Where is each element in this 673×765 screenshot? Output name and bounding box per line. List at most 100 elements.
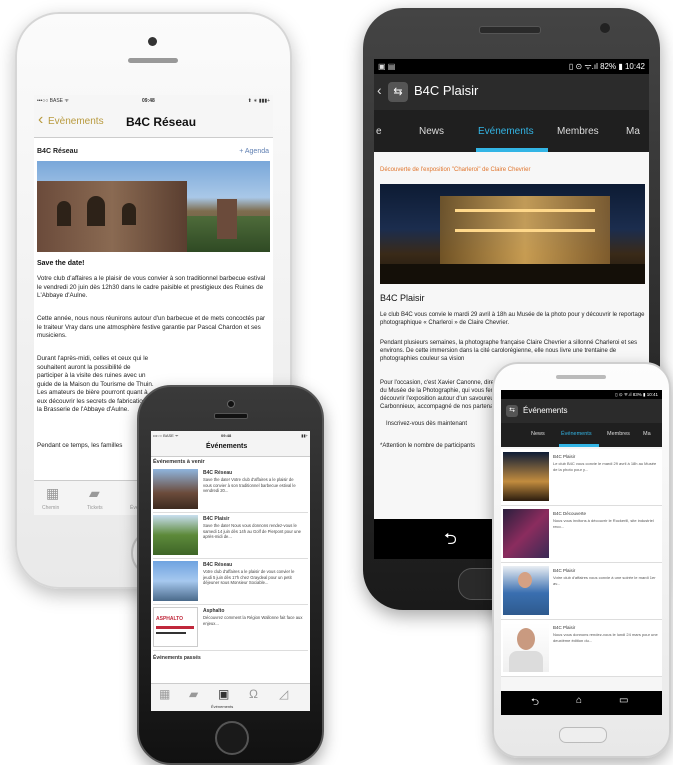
item-desc: Découvrez comment la Région Wallonne fai… (203, 615, 303, 626)
paragraph-5: *Attention le nombre de participants (380, 443, 476, 449)
paragraph-1: Le club B4C vous convie le mardi 29 avri… (380, 312, 645, 326)
tab-more[interactable]: Ma (643, 431, 651, 437)
android-small-home-button[interactable] (559, 727, 607, 743)
section-upcoming: Événements à venir (153, 459, 205, 465)
thumbnail-rockerill (503, 509, 549, 558)
app-logo-icon: ⇆ (506, 405, 518, 417)
tab-bar: News Événements Membres Ma (501, 423, 662, 447)
nav-title: B4C Réseau (126, 115, 197, 129)
status-bar: ▯ ⊙ ᯤ.ıl 83% ▮ 10:41 (501, 390, 662, 399)
article-paragraph-1: Votre club d'affaires a le plaisir de vo… (37, 275, 266, 299)
tab-active-indicator (559, 444, 599, 447)
event-link[interactable]: Découverte de l'exposition "Charleroi" d… (380, 166, 645, 175)
action-bar-title: B4C Plaisir (414, 83, 479, 98)
org-title: B4C Plaisir (380, 293, 425, 303)
list-item[interactable]: B4C Plaisir Nous vous donnons rendez-vou… (501, 620, 662, 677)
tab-evenements[interactable]: Evénements (478, 126, 534, 137)
thumbnail-asphalto: ASPHALTO (153, 607, 198, 647)
museum-photo (380, 184, 645, 284)
iphone-screen-small: •••○○ BASE ᯤ 09:48 ▮▮+ Événements Événem… (151, 431, 310, 711)
abbey-ruins-photo (37, 161, 270, 252)
thumbnail-ruins (153, 469, 198, 509)
item-title: Asphalto (203, 608, 225, 614)
tab-membres[interactable]: Membres (557, 126, 599, 137)
status-time: 09:48 (142, 98, 155, 104)
tab-bar: ▦ ▰ ▣ Événements Ω ◿ (151, 683, 310, 711)
chart-icon[interactable]: ◿ (279, 687, 288, 701)
thumbnail-person (503, 623, 549, 672)
action-bar-title: Événements (523, 406, 568, 415)
list-item[interactable]: ASPHALTO Asphalto Découvrez comment la R… (153, 605, 308, 651)
tab-label-2[interactable]: Tickets (87, 505, 103, 512)
back-label[interactable]: Evènements (48, 116, 104, 127)
android-screen-small: ▯ ⊙ ᯤ.ıl 83% ▮ 10:41 ⇆ Événements News É… (501, 390, 662, 715)
tab-label-events[interactable]: Événements (211, 704, 233, 709)
status-bar: •••○○ BASE ᯤ 09:48 ⬆ ∗ ▮▮▮+ (34, 95, 273, 107)
status-carrier: •••○○ BASE ᯤ (37, 98, 69, 104)
item-desc: Votre club d'affaires a le plaisir de vo… (203, 569, 295, 585)
status-time: 09:48 (221, 433, 232, 438)
back-chevron-icon[interactable]: ‹ (377, 82, 382, 98)
item-title: B4C Réseau (203, 470, 233, 476)
item-title: B4C Plaisir (203, 516, 230, 522)
item-desc: Save the date! Votre club d'affaires a l… (203, 477, 296, 493)
iphone-small-camera (227, 400, 235, 408)
status-battery: ▮▮+ (301, 433, 308, 438)
list-item[interactable]: B4C Plaisir Le club B4C vous convie le m… (501, 449, 662, 506)
tab-label-1[interactable]: Chemin (42, 505, 59, 512)
tab-news[interactable]: News (531, 431, 545, 437)
grid-icon[interactable]: ▦ (46, 485, 59, 502)
article-heading: Save the date! (37, 260, 85, 267)
nav-bar: ‹ Evènements B4C Réseau (34, 107, 273, 138)
thumbnail-building (153, 561, 198, 601)
tab-membres[interactable]: Membres (607, 431, 630, 437)
tab-news[interactable]: News (419, 126, 444, 137)
back-icon[interactable]: ⮌ (444, 528, 457, 555)
list-item[interactable]: B4C Plaisir Votre club d'affaires vous c… (501, 563, 662, 620)
list-item[interactable]: B4C Découverte Nous vous invitons à déco… (501, 506, 662, 563)
android-nav-bar: ⮌ ⌂ ▭ (501, 691, 662, 715)
org-header: B4C Réseau (37, 148, 78, 155)
iphone-small-home-button[interactable] (215, 721, 249, 755)
recents-icon[interactable]: ▭ (619, 695, 628, 706)
agenda-link[interactable]: + Agenda (239, 148, 269, 155)
calendar-icon[interactable]: ▣ (218, 687, 229, 701)
android-phone-small: ▯ ⊙ ᯤ.ıl 83% ▮ 10:41 ⇆ Événements News É… (492, 362, 671, 758)
item-desc: Nous vous donnons rendez-vous le lundi 2… (553, 632, 658, 643)
paragraph-3: Pour l'occasion, c'est Xavier Canonne, d… (380, 380, 510, 410)
item-title: B4C Plaisir (553, 568, 576, 573)
android-speaker-grille (479, 26, 541, 34)
thumbnail-speaker (503, 566, 549, 615)
item-desc: Save the date! Nous vous donnons rendez-… (203, 523, 302, 539)
item-title: B4C Plaisir (553, 454, 576, 459)
action-bar: ‹ ⇆ B4C Plaisir (374, 74, 649, 110)
tab-evenements[interactable]: Événements (561, 431, 592, 437)
android-front-camera (599, 22, 611, 34)
status-battery: ⬆ ∗ ▮▮▮+ (247, 98, 270, 104)
thumbnail-museum (503, 452, 549, 501)
section-past: Événements passés (153, 655, 201, 661)
grid-icon[interactable]: ▦ (159, 687, 170, 701)
app-logo-icon: ⇆ (388, 82, 408, 102)
back-icon[interactable]: ⮌ (531, 695, 539, 712)
status-bar: •••○○ BASE ᯤ 09:48 ▮▮+ (151, 431, 310, 440)
paragraph-4: Inscrivez-vous dès maintenant (386, 421, 468, 427)
list-item[interactable]: B4C Réseau Votre club d'affaires a le pl… (153, 559, 308, 605)
ticket-icon[interactable]: ▰ (89, 485, 100, 502)
tab-more[interactable]: Ma (626, 126, 640, 137)
home-icon[interactable]: ⌂ (576, 695, 582, 706)
headset-icon[interactable]: Ω (249, 687, 258, 701)
status-carrier: •••○○ BASE ᯤ (153, 433, 179, 438)
list-item[interactable]: B4C Plaisir Save the date! Nous vous don… (153, 513, 308, 559)
item-desc: Nous vous invitons à découvrir le Rocker… (553, 518, 654, 529)
list-item[interactable]: B4C Réseau Save the date! Votre club d'a… (153, 467, 308, 513)
ticket-icon[interactable]: ▰ (189, 687, 198, 701)
item-title: B4C Découverte (553, 511, 587, 516)
iphone-camera (148, 37, 157, 46)
tab-active-indicator (476, 148, 548, 152)
back-chevron-icon[interactable]: ‹ (38, 111, 43, 129)
tab-previous[interactable]: e (376, 126, 382, 137)
item-desc: Votre club d'affaires vous convie à une … (553, 575, 656, 586)
item-desc: Le club B4C vous convie le mardi 29 avri… (553, 461, 657, 472)
android-small-speaker (556, 375, 606, 379)
